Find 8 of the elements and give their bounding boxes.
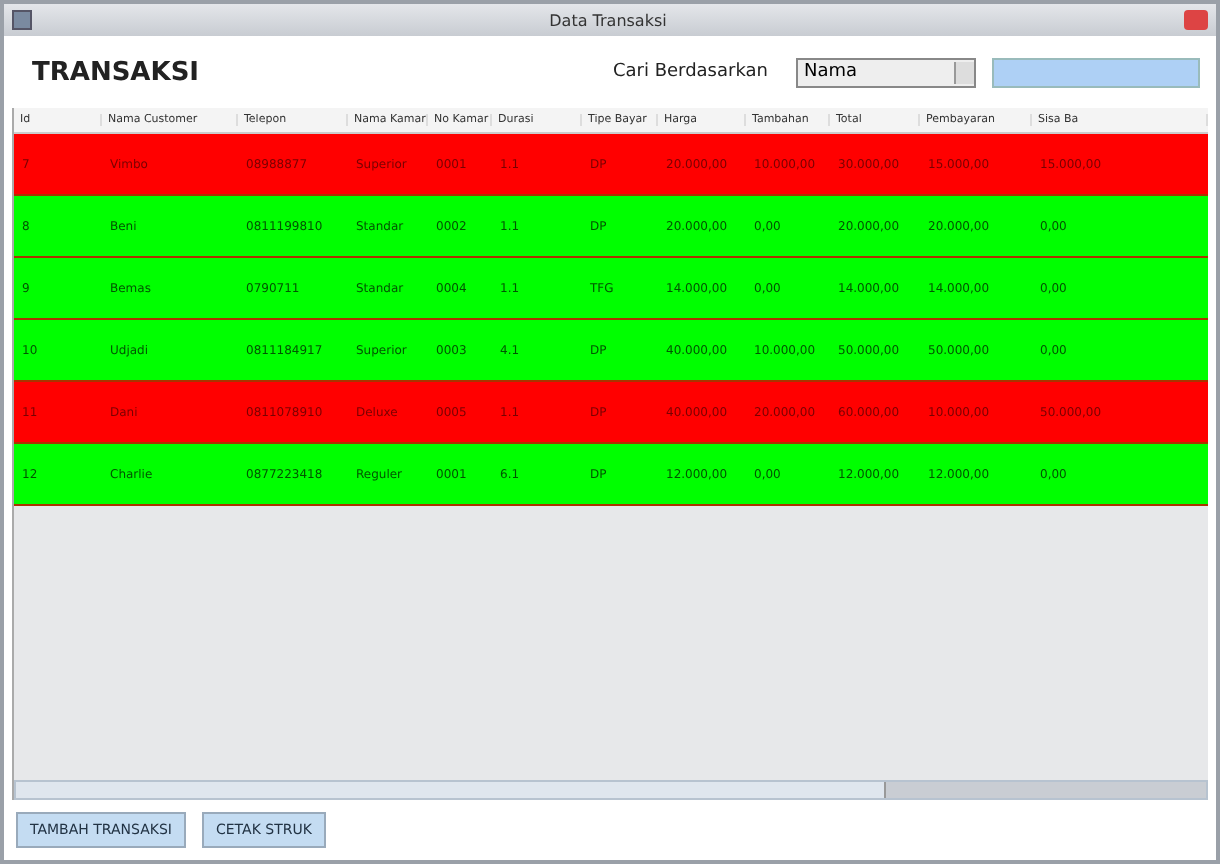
search-label: Cari Berdasarkan (612, 62, 768, 82)
search-dropdown[interactable]: Nama (796, 57, 976, 87)
search-field[interactable] (992, 57, 1200, 87)
window-title: Data Transaksi (547, 11, 669, 29)
scrollbar[interactable] (14, 780, 1208, 800)
page-heading: TRANSAKSI (32, 57, 202, 87)
close-icon[interactable] (1184, 10, 1208, 30)
app-icon (12, 10, 32, 30)
